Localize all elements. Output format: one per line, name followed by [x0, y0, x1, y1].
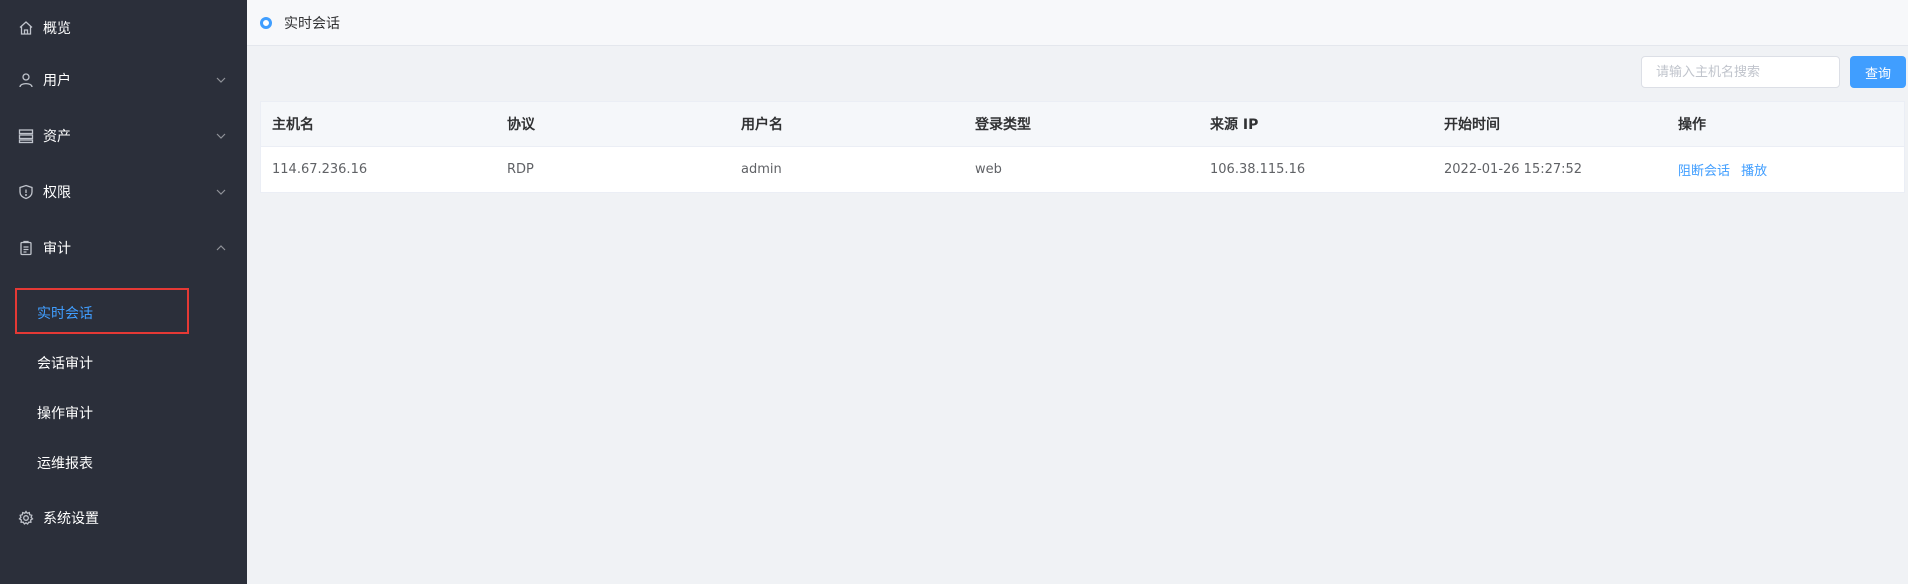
cell-source-ip: 106.38.115.16	[1210, 162, 1306, 177]
column-header-username: 用户名	[741, 117, 783, 133]
cell-start-time: 2022-01-26 15:27:52	[1444, 162, 1583, 177]
chevron-down-icon	[215, 186, 227, 198]
table-row: 114.67.236.16 RDP admin web 106.38.115.1…	[261, 147, 1904, 192]
search-button[interactable]: 查询	[1850, 56, 1906, 88]
sidebar-item-label: 资产	[43, 129, 71, 145]
cell-login-type: web	[975, 162, 1002, 177]
sidebar-item-label: 用户	[43, 73, 71, 89]
cell-hostname: 114.67.236.16	[272, 162, 368, 177]
column-header-hostname: 主机名	[272, 117, 314, 133]
sidebar-item-label: 系统设置	[43, 511, 99, 527]
sidebar-item-overview[interactable]: 概览	[0, 0, 247, 56]
cell-protocol: RDP	[507, 162, 534, 177]
home-icon	[18, 20, 34, 36]
sidebar-item-users[interactable]: 用户	[0, 52, 247, 108]
column-header-actions: 操作	[1678, 117, 1706, 133]
sidebar-item-label: 审计	[43, 241, 71, 257]
hostname-search-input[interactable]	[1641, 56, 1840, 88]
tab-live-sessions[interactable]: 实时会话	[284, 13, 340, 33]
sidebar-item-audit[interactable]: 审计	[0, 220, 247, 276]
sidebar-subitem-live-sessions[interactable]: 实时会话	[0, 290, 247, 336]
chevron-up-icon	[215, 242, 227, 254]
column-header-login-type: 登录类型	[975, 117, 1031, 133]
sidebar-subitem-ops-report[interactable]: 运维报表	[0, 440, 247, 486]
server-icon	[18, 128, 34, 144]
sidebar-subitem-operation-audit[interactable]: 操作审计	[0, 390, 247, 436]
shield-icon	[18, 184, 34, 200]
chevron-down-icon	[215, 74, 227, 86]
chevron-down-icon	[215, 130, 227, 142]
sidebar-item-label: 概览	[43, 21, 71, 37]
sidebar-item-permissions[interactable]: 权限	[0, 164, 247, 220]
tab-bar: 实时会话	[247, 0, 1908, 46]
column-header-protocol: 协议	[507, 117, 535, 133]
sidebar-item-label: 权限	[43, 185, 71, 201]
user-icon	[18, 72, 34, 88]
block-session-link[interactable]: 阻断会话	[1678, 164, 1730, 179]
table-header-row: 主机名 协议 用户名 登录类型 来源 IP 开始时间 操作	[261, 102, 1904, 147]
column-header-source-ip: 来源 IP	[1210, 117, 1259, 133]
cell-actions: 阻断会话 播放	[1667, 160, 1904, 179]
column-header-start-time: 开始时间	[1444, 117, 1500, 133]
sidebar-subitem-session-audit[interactable]: 会话审计	[0, 340, 247, 386]
sidebar: 概览 用户 资产 权限 审计 实时会话 会话审计 操作审计 运维报表 系统设置	[0, 0, 247, 584]
active-tab-dot-icon	[260, 16, 272, 29]
sidebar-item-assets[interactable]: 资产	[0, 108, 247, 164]
gear-icon	[18, 510, 34, 526]
sidebar-item-system-settings[interactable]: 系统设置	[0, 490, 247, 546]
playback-link[interactable]: 播放	[1741, 164, 1767, 179]
sessions-table: 主机名 协议 用户名 登录类型 来源 IP 开始时间 操作 114.67.236…	[260, 101, 1905, 193]
cell-username: admin	[741, 162, 782, 177]
clipboard-icon	[18, 240, 34, 256]
